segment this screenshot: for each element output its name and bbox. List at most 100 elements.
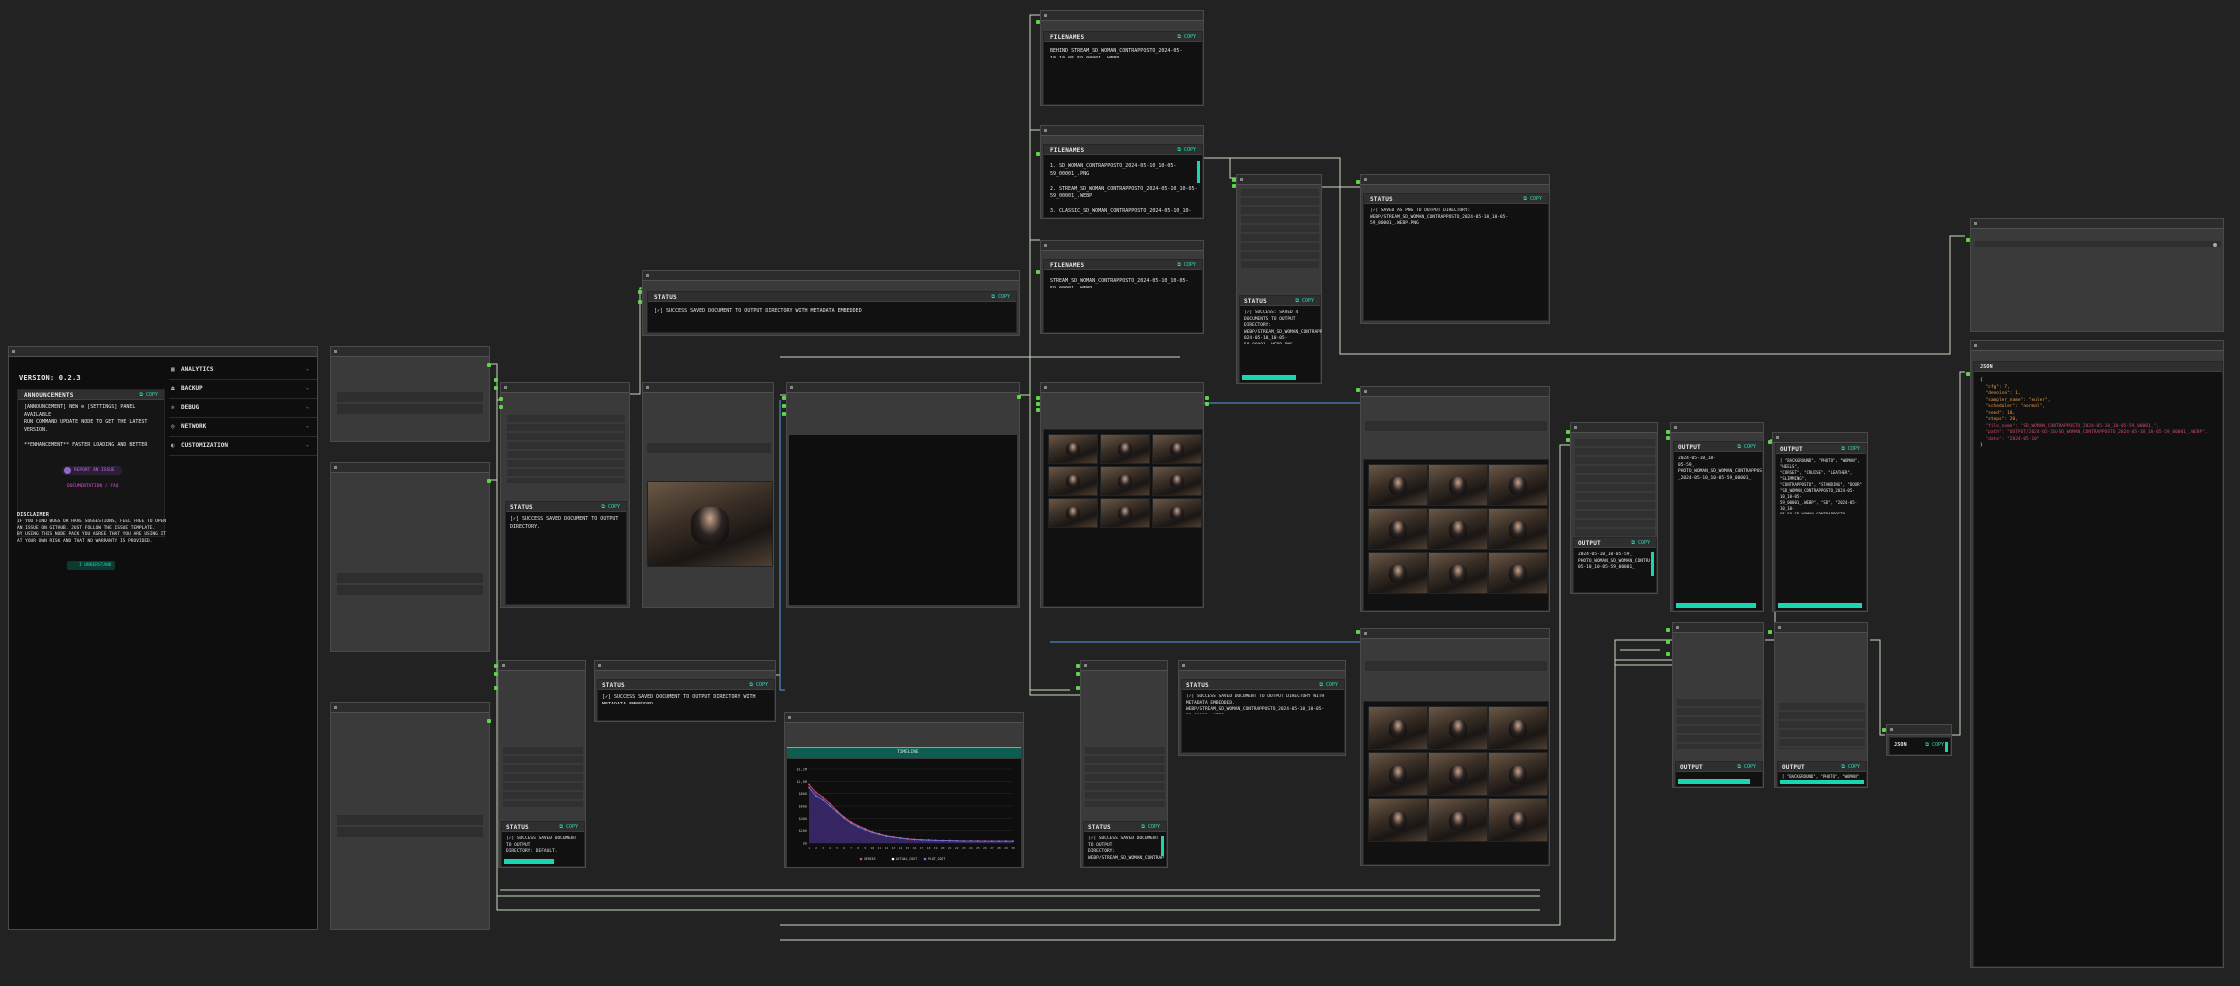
widget-list[interactable] <box>1677 699 1761 749</box>
grid-image[interactable] <box>1048 498 1098 528</box>
node-header[interactable] <box>785 713 1023 723</box>
node-header[interactable] <box>1773 433 1867 443</box>
node-header[interactable] <box>1081 661 1167 671</box>
connector-port[interactable] <box>494 378 498 382</box>
widget-row[interactable] <box>337 815 483 825</box>
output-copy-button[interactable]: COPY <box>1737 764 1756 770</box>
output-copy-button[interactable]: COPY <box>1841 764 1860 770</box>
documentation-link[interactable]: DOCUMENTATION / FAQ <box>67 484 118 489</box>
connector-port[interactable] <box>1232 184 1236 188</box>
node-save-6[interactable]: OUTPUT COPY [ "BACKGROUND", "PHOTO", "WO… <box>1774 622 1868 788</box>
grid-image[interactable] <box>1368 706 1428 750</box>
widget-list[interactable] <box>1575 439 1655 539</box>
node-header[interactable] <box>1887 725 1951 735</box>
node-header[interactable] <box>643 271 1019 281</box>
widget-row[interactable] <box>337 585 483 595</box>
grid-image[interactable] <box>1368 464 1428 506</box>
connector-port[interactable] <box>1036 402 1040 406</box>
node-save-4[interactable]: OUTPUT COPY 2024-05-10_10-05-59_ PHOTO_W… <box>1570 422 1658 594</box>
widget-list[interactable] <box>503 747 583 807</box>
scrollbar[interactable] <box>1651 552 1654 576</box>
node-filenames-1[interactable]: FILENAMES COPY BEHIND STREAM_SD_WOMAN_CO… <box>1040 10 1204 106</box>
grid-image[interactable] <box>1368 798 1428 842</box>
node-header[interactable] <box>1361 175 1549 185</box>
menu-item-customization[interactable]: ◐ CUSTOMIZATION ⌄ <box>169 437 317 456</box>
node-blank-preview[interactable] <box>786 382 1021 608</box>
connector-port[interactable] <box>1356 630 1360 634</box>
preview-image[interactable] <box>647 481 773 567</box>
node-header[interactable] <box>1671 423 1763 433</box>
widget-row[interactable] <box>337 392 483 402</box>
connector-port[interactable] <box>1036 408 1040 412</box>
status-copy-button[interactable]: COPY <box>749 682 768 688</box>
node-save-3[interactable]: STATUS COPY [✓] SUCCESS SAVED DOCUMENT T… <box>1080 660 1168 868</box>
grid-image[interactable] <box>1048 466 1098 496</box>
connector-port[interactable] <box>1205 396 1209 400</box>
node-status-metadata[interactable]: STATUS COPY [✓] SUCCESS SAVED DOCUMENT T… <box>594 660 776 722</box>
connector-port[interactable] <box>1076 686 1080 690</box>
connector-port[interactable] <box>1076 672 1080 676</box>
connector-port[interactable] <box>1232 178 1236 182</box>
grid-image[interactable] <box>1488 798 1548 842</box>
grid-image[interactable] <box>1488 552 1548 594</box>
input-port[interactable] <box>499 397 503 401</box>
connector-port[interactable] <box>1666 430 1670 434</box>
node-header[interactable] <box>331 347 489 357</box>
node-save-5[interactable]: OUTPUT COPY <box>1672 622 1764 788</box>
widget-row[interactable] <box>1365 421 1547 431</box>
grid-image[interactable] <box>1428 752 1488 796</box>
node-status-webp[interactable]: STATUS COPY [✓] SUCCESS SAVED DOCUMENT T… <box>1178 660 1346 756</box>
node-loader-2[interactable] <box>330 462 491 652</box>
grid-image[interactable] <box>1428 798 1488 842</box>
node-header[interactable] <box>1571 423 1657 433</box>
filenames-copy-button[interactable]: COPY <box>1177 147 1196 153</box>
node-header[interactable] <box>1971 219 2223 229</box>
node-status-png[interactable]: STATUS COPY [✓] SAVED AS PNG TO OUTPUT D… <box>1360 174 1550 324</box>
connector-port[interactable] <box>1966 238 1970 242</box>
node-header[interactable] <box>1041 126 1203 136</box>
connector-port[interactable] <box>1356 388 1360 392</box>
node-image-grid-1[interactable] <box>1040 382 1204 608</box>
connector-port[interactable] <box>1036 396 1040 400</box>
node-loader-3[interactable] <box>330 702 491 930</box>
connector-port[interactable] <box>1036 152 1040 156</box>
node-header[interactable] <box>1361 629 1549 639</box>
output-port[interactable] <box>487 719 491 723</box>
filenames-copy-button[interactable]: COPY <box>1177 34 1196 40</box>
node-output-tags[interactable]: OUTPUT COPY [ "BACKGROUND", "PHOTO", "WO… <box>1772 432 1868 612</box>
node-header[interactable] <box>331 703 489 713</box>
widget-list[interactable] <box>1085 747 1165 807</box>
grid-image[interactable] <box>1488 508 1548 550</box>
node-header[interactable] <box>1673 623 1763 633</box>
connector-port[interactable] <box>494 664 498 668</box>
menu-item-network[interactable]: ◎ NETWORK ⌄ <box>169 418 317 437</box>
widget-list[interactable] <box>1241 189 1319 269</box>
connector-port[interactable] <box>1566 438 1570 442</box>
grid-image[interactable] <box>1368 552 1428 594</box>
grid-image[interactable] <box>1488 706 1548 750</box>
grid-image[interactable] <box>1368 752 1428 796</box>
status-copy-button[interactable]: COPY <box>1319 682 1338 688</box>
grid-image[interactable] <box>1368 508 1428 550</box>
node-save-2[interactable]: STATUS COPY [✓] SUCCESS SAVED DOCUMENT T… <box>498 660 586 868</box>
node-chart[interactable]: TIMELINE $1,2M $1,0M $800 $600 $400 $200 $0 1 2 3… <box>784 712 1024 868</box>
connector-port[interactable] <box>1666 640 1670 644</box>
node-header[interactable] <box>1041 241 1203 251</box>
output-copy-button[interactable]: COPY <box>1631 540 1650 546</box>
node-header[interactable] <box>331 463 489 473</box>
output-copy-button[interactable]: COPY <box>1841 446 1860 452</box>
menu-item-analytics[interactable]: ▦ ANALYTICS ⌄ <box>169 361 317 380</box>
connector-port[interactable] <box>1666 628 1670 632</box>
grid-image[interactable] <box>1488 752 1548 796</box>
output-copy-button[interactable]: COPY <box>1737 444 1756 450</box>
node-header[interactable] <box>1775 623 1867 633</box>
toggle-icon[interactable] <box>2213 243 2217 247</box>
widget-row[interactable] <box>647 443 771 453</box>
node-header[interactable] <box>1237 175 1321 185</box>
connector-port[interactable] <box>782 412 786 416</box>
connector-port[interactable] <box>1882 728 1886 732</box>
grid-image[interactable] <box>1152 498 1202 528</box>
connector-port[interactable] <box>1036 270 1040 274</box>
node-status-wide[interactable]: STATUS COPY [✓] SUCCESS SAVED DOCUMENT T… <box>642 270 1020 336</box>
node-json-small[interactable]: JSON COPY <box>1886 724 1952 756</box>
